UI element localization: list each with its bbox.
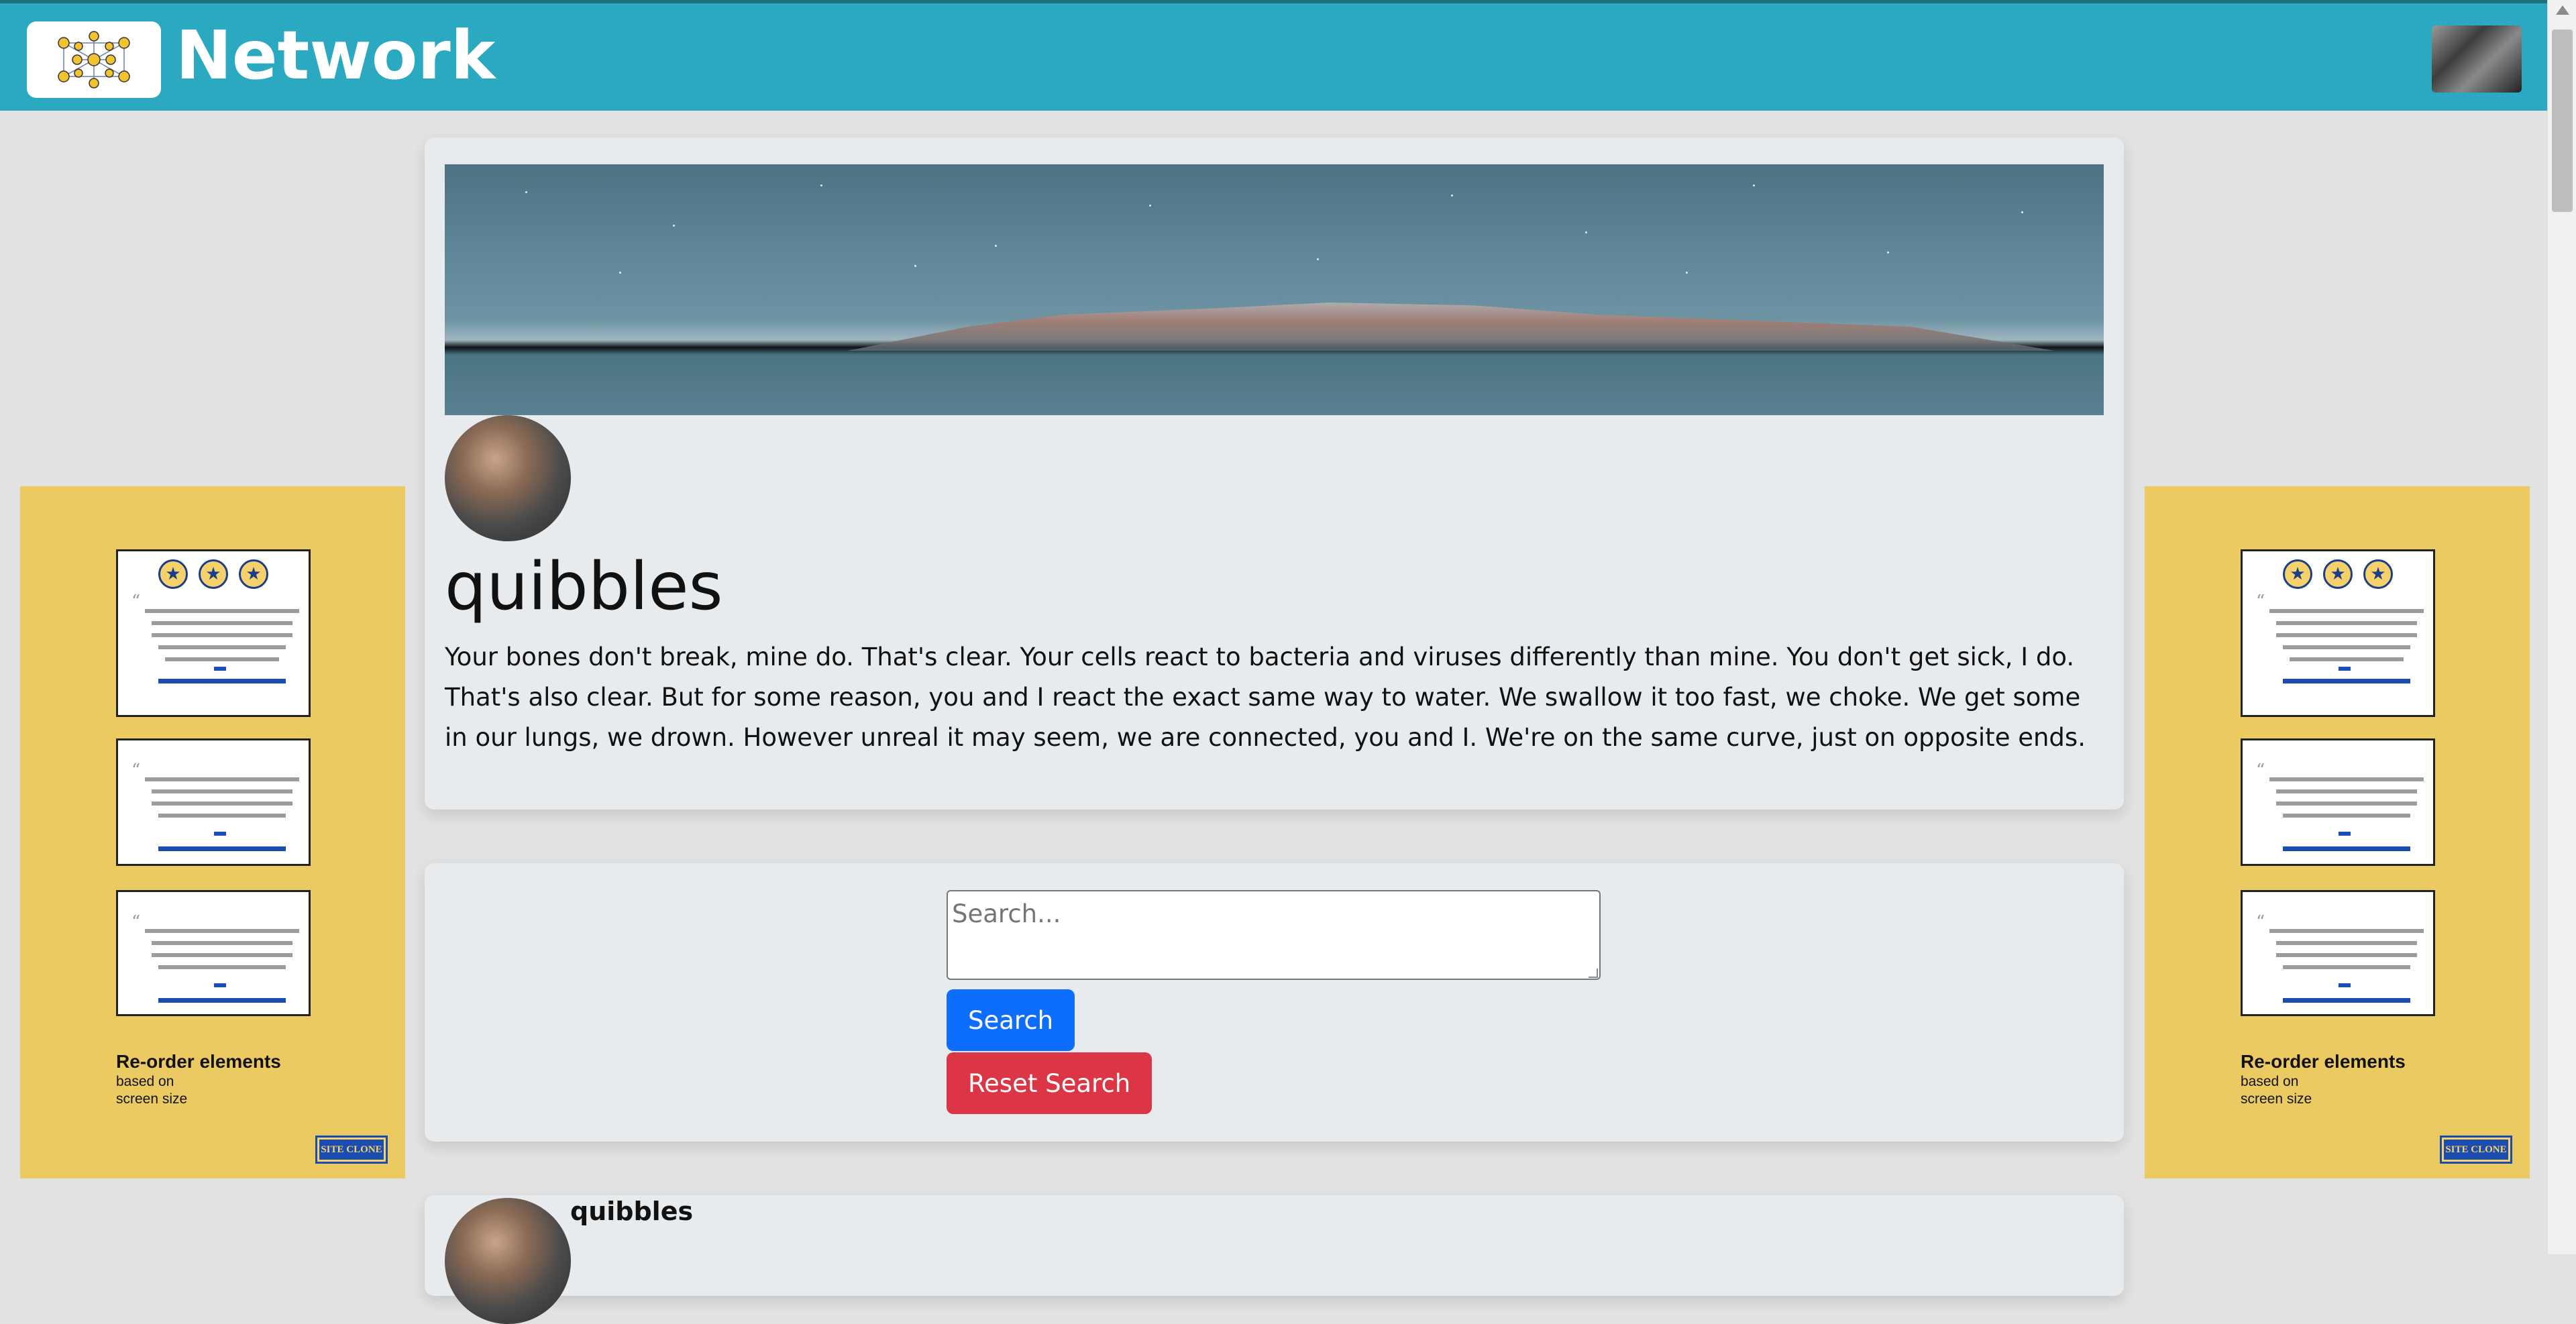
top-navbar: Network [0, 0, 2547, 111]
ad-quote-card: “ [116, 738, 311, 866]
user-avatar-icon[interactable] [2432, 25, 2522, 93]
network-logo-icon[interactable] [27, 21, 161, 98]
star-icon: ★ [2363, 559, 2393, 589]
star-icon: ★ [158, 559, 188, 589]
profile-username: quibbles [445, 549, 723, 625]
site-clone-badge: SITE CLONE [2440, 1136, 2512, 1164]
scroll-thumb[interactable] [2552, 30, 2573, 212]
post-card: quibbles [425, 1195, 2124, 1324]
resize-handle-icon[interactable] [1589, 969, 1598, 978]
brand-title[interactable]: Network [176, 15, 495, 96]
search-card: Search Reset Search [425, 863, 2124, 1142]
star-icon: ★ [2323, 559, 2353, 589]
ad-title: Re-order elements [2241, 1051, 2406, 1072]
site-clone-badge: SITE CLONE [315, 1136, 388, 1164]
ad-title: Re-order elements [116, 1051, 281, 1072]
profile-avatar[interactable] [445, 415, 571, 541]
post-username[interactable]: quibbles [570, 1197, 693, 1226]
star-icon: ★ [239, 559, 268, 589]
search-button[interactable]: Search [947, 989, 1075, 1051]
ad-subtitle: screen size [2241, 1091, 2312, 1107]
profile-bio: Your bones don't break, mine do. That's … [445, 643, 2086, 752]
ad-subtitle: based on [2241, 1074, 2299, 1089]
ad-quote-card: ★ ★ ★ “ [116, 549, 311, 717]
ad-quote-card: “ [2241, 890, 2435, 1016]
ad-quote-card: ★ ★ ★ “ [2241, 549, 2435, 717]
ad-quote-card: “ [2241, 738, 2435, 866]
scroll-up-arrow-icon[interactable] [2556, 5, 2569, 15]
star-icon: ★ [199, 559, 228, 589]
search-input[interactable] [947, 890, 1601, 980]
ad-subtitle: based on [116, 1074, 174, 1089]
ad-subtitle: screen size [116, 1091, 188, 1107]
star-icon: ★ [2283, 559, 2312, 589]
profile-banner-image [445, 164, 2104, 415]
page-scrollbar[interactable] [2547, 0, 2576, 1254]
ad-quote-card: “ [116, 890, 311, 1016]
post-avatar[interactable] [445, 1198, 571, 1324]
ad-banner-right[interactable]: ★ ★ ★ “ “ “ Re-order elements based on s… [2145, 486, 2530, 1178]
profile-card: quibbles Your bones don't break, mine do… [425, 137, 2124, 810]
reset-search-button[interactable]: Reset Search [947, 1052, 1152, 1114]
ad-banner-left[interactable]: ★ ★ ★ “ “ “ Re-order elements based on s… [20, 486, 405, 1178]
